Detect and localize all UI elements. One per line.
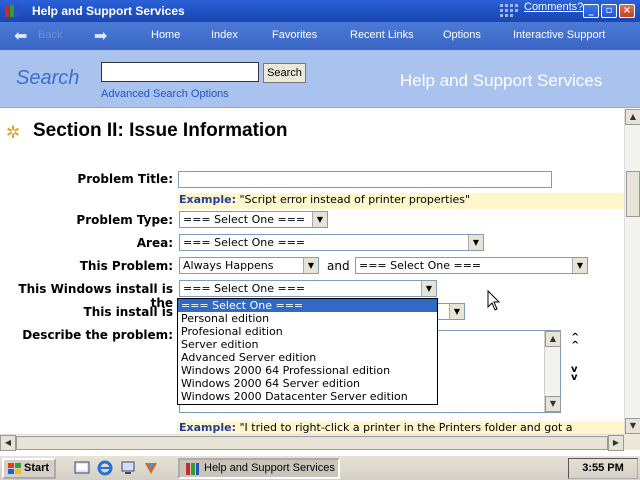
example-text: "I tried to right-click a printer in the… <box>239 421 573 434</box>
search-input[interactable] <box>101 62 259 82</box>
scroll-right-icon[interactable]: ▶ <box>608 435 624 451</box>
area-value: === Select One === <box>183 236 306 249</box>
clock: 3:55 PM <box>568 458 638 479</box>
example-prefix: Example: <box>179 421 236 434</box>
horizontal-scrollbar[interactable]: ◀ ▶ <box>0 434 624 451</box>
internet-explorer-icon[interactable] <box>97 460 113 476</box>
dropdown-option[interactable]: Personal edition <box>178 312 437 325</box>
chevron-down-icon[interactable]: ▼ <box>303 258 318 273</box>
windows-logo-icon <box>8 463 21 474</box>
nav-bar: ⬅ Back ➡ Home Index Favorites Recent Lin… <box>0 22 640 50</box>
dropdown-option[interactable]: Server edition <box>178 338 437 351</box>
install-edition-dropdown: === Select One === Personal edition Prof… <box>177 298 438 405</box>
mouse-cursor-icon <box>487 290 501 311</box>
example-prefix: Example: <box>179 193 236 206</box>
taskbar-help-label: Help and Support Services <box>204 462 335 474</box>
problem-title-label: Problem Title: <box>77 172 173 186</box>
describe-example: Example: "I tried to right-click a print… <box>177 421 624 434</box>
scroll-corner <box>624 434 640 450</box>
chevron-down-icon[interactable]: ▼ <box>468 235 483 250</box>
vertical-scrollbar[interactable]: ▲ ▼ <box>624 109 640 434</box>
help-app-icon <box>186 463 199 475</box>
this-problem-frequency-select[interactable]: === Select One === ▼ <box>355 257 588 274</box>
forward-arrow-icon[interactable]: ➡ <box>94 26 107 46</box>
dropdown-option[interactable]: Profesional edition <box>178 325 437 338</box>
install-edition-select[interactable]: === Select One === ▼ <box>179 280 437 297</box>
describe-label: Describe the problem: <box>22 328 173 342</box>
scroll-left-icon[interactable]: ◀ <box>0 435 16 451</box>
search-button[interactable]: Search <box>263 63 306 83</box>
taskbar-help-button[interactable]: Help and Support Services <box>178 458 340 479</box>
scroll-thumb[interactable] <box>16 436 608 450</box>
this-problem-label: This Problem: <box>79 259 173 273</box>
problem-type-label: Problem Type: <box>76 213 173 227</box>
maximize-button[interactable]: ▫ <box>601 4 617 18</box>
scroll-down-icon[interactable]: ▼ <box>545 396 561 412</box>
chevron-down-icon[interactable]: ▼ <box>421 281 436 296</box>
dropdown-option[interactable]: Windows 2000 Datacenter Server edition <box>178 390 437 403</box>
problem-type-select[interactable]: === Select One === ▼ <box>179 211 328 228</box>
chevron-down-icon[interactable]: ▼ <box>312 212 327 227</box>
this-problem-select[interactable]: Always Happens ▼ <box>179 257 319 274</box>
comments-link[interactable]: Comments? <box>524 1 583 13</box>
nav-recent-links[interactable]: Recent Links <box>350 29 414 41</box>
back-label[interactable]: Back <box>38 29 62 41</box>
minimize-button[interactable]: _ <box>583 4 599 18</box>
section-title: Section II: Issue Information <box>33 120 288 141</box>
and-label: and <box>327 259 350 273</box>
nav-interactive-support[interactable]: Interactive Support <box>513 29 605 41</box>
scroll-up-icon[interactable]: ▲ <box>545 331 561 347</box>
search-bar: Search Search Advanced Search Options He… <box>0 50 640 108</box>
help-app-icon <box>5 5 19 17</box>
chevron-down-icon[interactable]: ▼ <box>449 304 464 319</box>
nav-options[interactable]: Options <box>443 29 481 41</box>
star-icon: ✲ <box>6 123 21 143</box>
windows-flag-icon <box>500 4 518 17</box>
problem-title-example: Example: "Script error instead of printe… <box>177 193 624 209</box>
problem-title-input[interactable] <box>178 171 552 188</box>
chevron-down-icon[interactable]: ▼ <box>572 258 587 273</box>
media-player-icon[interactable] <box>143 460 159 476</box>
area-label: Area: <box>136 236 173 250</box>
scroll-down-icon[interactable]: ▼ <box>625 418 640 434</box>
dropdown-option[interactable]: === Select One === <box>178 299 437 312</box>
start-button[interactable]: Start <box>2 458 56 479</box>
scroll-up-icon[interactable]: ▲ <box>625 109 640 125</box>
dropdown-option[interactable]: Advanced Server edition <box>178 351 437 364</box>
describe-scrollbar[interactable]: ▲ ▼ <box>544 331 561 412</box>
title-bar: Help and Support Services Comments? _ ▫ … <box>0 0 640 22</box>
expand-up-icon[interactable]: ^ ^ <box>571 333 579 351</box>
this-problem-value: Always Happens <box>183 259 274 272</box>
window-title: Help and Support Services <box>32 4 185 18</box>
frequency-value: === Select One === <box>359 259 482 272</box>
nav-favorites[interactable]: Favorites <box>272 29 317 41</box>
dropdown-option[interactable]: Windows 2000 64 Professional edition <box>178 364 437 377</box>
start-label: Start <box>24 462 50 474</box>
back-arrow-icon[interactable]: ⬅ <box>14 26 27 46</box>
show-desktop-icon[interactable] <box>74 460 90 476</box>
header-title: Help and Support Services <box>400 71 603 90</box>
advanced-search-link[interactable]: Advanced Search Options <box>101 88 229 100</box>
nav-home[interactable]: Home <box>151 29 180 41</box>
network-icon[interactable] <box>120 460 136 476</box>
area-select[interactable]: === Select One === ▼ <box>179 234 484 251</box>
problem-type-value: === Select One === <box>183 213 306 226</box>
dropdown-option[interactable]: Windows 2000 64 Server edition <box>178 377 437 390</box>
install-is-label: This install is <box>83 305 173 319</box>
expand-down-icon[interactable]: vv <box>571 365 578 383</box>
close-button[interactable]: × <box>619 4 635 18</box>
search-label: Search <box>16 67 80 89</box>
scroll-thumb[interactable] <box>626 171 640 217</box>
example-text: "Script error instead of printer propert… <box>239 193 471 206</box>
taskbar: Start Help and Support Services 3:55 PM <box>0 454 640 480</box>
install-edition-value: === Select One === <box>183 282 306 295</box>
nav-index[interactable]: Index <box>211 29 238 41</box>
